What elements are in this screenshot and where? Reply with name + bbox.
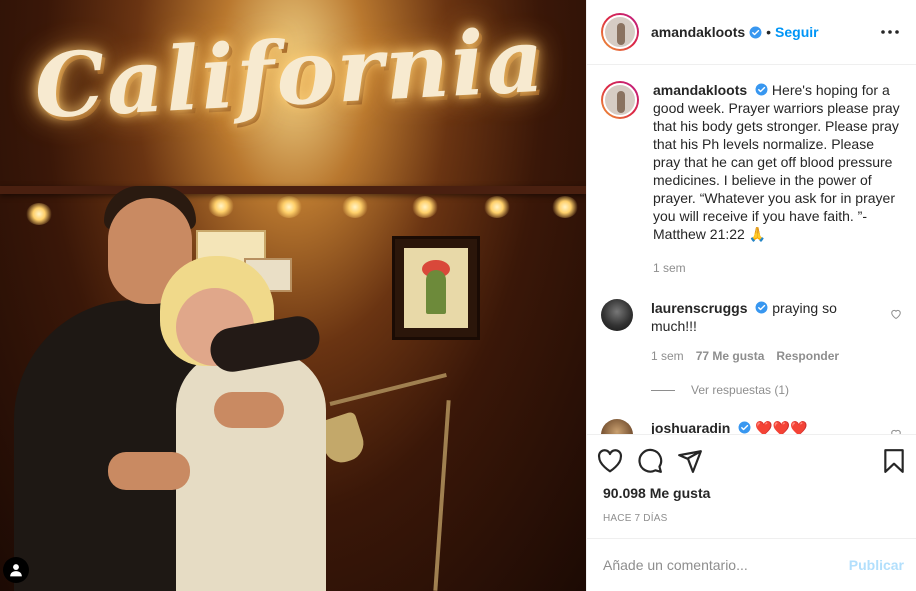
comment-input[interactable] (603, 557, 849, 574)
replies-line (651, 389, 675, 391)
like-count[interactable]: 90.098 Me gusta (597, 481, 906, 501)
author-avatar[interactable] (601, 13, 639, 51)
action-icons (597, 441, 906, 481)
light-bulb (276, 196, 302, 218)
publish-button[interactable]: Publicar (849, 557, 904, 573)
wall-shelf (0, 186, 586, 194)
more-options-icon[interactable] (878, 20, 902, 44)
comment-icon[interactable] (637, 441, 677, 481)
author-avatar[interactable] (601, 81, 639, 119)
comment-time[interactable]: 1 sem (651, 347, 684, 365)
commenter-avatar[interactable] (601, 419, 633, 435)
caption-username[interactable]: amandakloots (653, 82, 747, 98)
comment-like-heart-icon[interactable] (890, 299, 902, 365)
hand (214, 392, 284, 428)
comment-item: joshuaradin ❤️❤️❤️ (601, 419, 902, 435)
user-tag-icon[interactable] (3, 557, 29, 583)
light-bulb (26, 203, 52, 225)
post-actions: 90.098 Me gusta HACE 7 DÍAS (587, 434, 916, 524)
post-photo[interactable]: California (0, 0, 586, 591)
heart-icon[interactable] (597, 441, 637, 481)
comment-likes[interactable]: 77 Me gusta (696, 347, 765, 365)
cactus-painting (392, 236, 480, 340)
comment-item: laurenscruggs praying so much!!! 1 sem 7… (601, 299, 902, 365)
author-username[interactable]: amandakloots (651, 24, 745, 40)
comment-username[interactable]: laurenscruggs (651, 300, 747, 316)
lamp-stand (433, 400, 451, 591)
comments-list[interactable]: amandakloots Here's hoping for a good we… (587, 65, 916, 435)
caption-text: Here's hoping for a good week. Prayer wa… (653, 82, 900, 242)
lamp-arm (329, 373, 447, 406)
verified-badge-icon (749, 26, 762, 38)
light-bulb (342, 196, 368, 218)
instagram-post: California amandakloots • Seguir amandak… (0, 0, 916, 591)
bookmark-icon[interactable] (866, 441, 906, 481)
verified-badge-icon (755, 83, 768, 96)
share-icon[interactable] (677, 441, 717, 481)
caption: amandakloots Here's hoping for a good we… (601, 81, 902, 277)
comment-username[interactable]: joshuaradin (651, 420, 730, 434)
view-replies-label: Ver respuestas (1) (691, 383, 790, 397)
verified-badge-icon (755, 301, 768, 314)
comment-like-heart-icon[interactable] (890, 419, 902, 435)
separator-dot: • (766, 24, 772, 40)
follow-button[interactable]: Seguir (775, 24, 819, 40)
comment-text: ❤️❤️❤️ (755, 420, 808, 435)
light-bulb (552, 196, 578, 218)
caption-time[interactable]: 1 sem (653, 259, 686, 277)
woman-figure (176, 350, 326, 591)
verified-badge-icon (738, 421, 751, 434)
add-comment-bar: Publicar (587, 538, 916, 591)
hand (108, 452, 190, 490)
light-bulb (484, 196, 510, 218)
view-replies-button[interactable]: Ver respuestas (1) (651, 383, 902, 397)
commenter-avatar[interactable] (601, 299, 633, 331)
light-bulb (208, 195, 234, 217)
reply-button[interactable]: Responder (776, 347, 839, 365)
post-side-panel: amandakloots • Seguir amandakloots Here'… (586, 0, 916, 591)
post-header: amandakloots • Seguir (587, 0, 916, 65)
neon-sign-text: California (32, 7, 549, 139)
light-bulb (412, 196, 438, 218)
post-date[interactable]: HACE 7 DÍAS (597, 501, 906, 524)
